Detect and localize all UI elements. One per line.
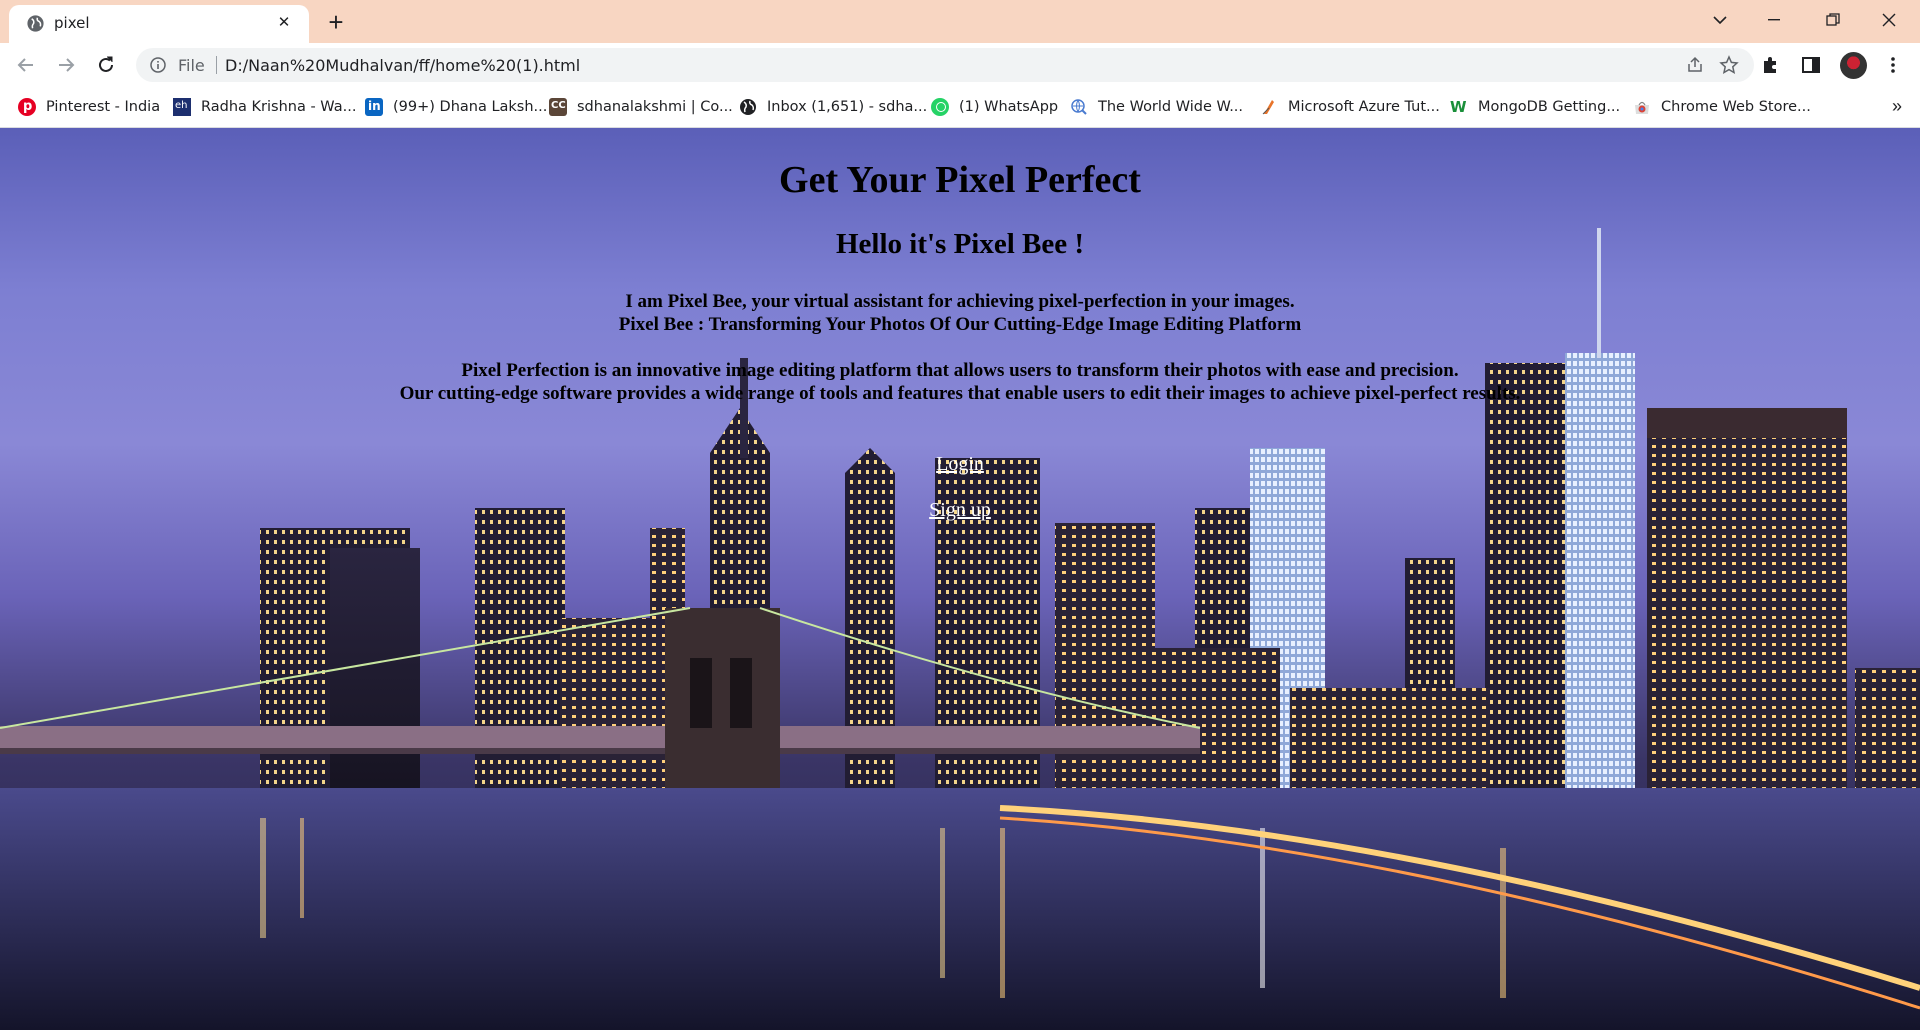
bookmarks-overflow-button[interactable]: » — [1892, 96, 1902, 117]
page-title: Get Your Pixel Perfect — [779, 159, 1141, 201]
browser-toolbar: File D:/Naan%20Mudhalvan/ff/home%20(1).h… — [0, 43, 1920, 87]
bookmark-label: (99+) Dhana Laksh... — [393, 99, 548, 115]
bookmark-star-icon[interactable] — [1719, 55, 1739, 75]
tab-title: pixel — [54, 14, 90, 32]
share-icon[interactable] — [1686, 56, 1704, 74]
bookmark-label: sdhanalakshmi | Co... — [577, 99, 733, 115]
bookmark-azure[interactable]: Microsoft Azure Tut... — [1260, 96, 1440, 118]
intro-paragraph: I am Pixel Bee, your virtual assistant f… — [0, 290, 1920, 336]
back-button[interactable] — [12, 51, 40, 79]
tab-close-icon[interactable]: ✕ — [273, 12, 295, 34]
reload-icon — [99, 56, 113, 72]
bookmark-label: Chrome Web Store... — [1661, 99, 1811, 115]
chevron-down-icon — [1713, 16, 1727, 25]
bookmark-label: Inbox (1,651) - sdha... — [767, 99, 928, 115]
arrow-left-icon — [17, 58, 33, 72]
arrow-right-icon — [59, 58, 75, 72]
description-line-1: Pixel Perfection is an innovative image … — [461, 360, 1459, 381]
bookmark-chrome-web-store[interactable]: Chrome Web Store... — [1633, 96, 1811, 118]
linkedin-icon: in — [365, 98, 383, 116]
url-scheme: File — [178, 56, 205, 75]
chrome-webstore-icon — [1635, 101, 1649, 114]
new-tab-button[interactable]: + — [322, 8, 350, 36]
signup-row: Sign up — [0, 499, 1920, 522]
restore-icon — [1826, 13, 1840, 26]
bookmark-label: MongoDB Getting... — [1478, 99, 1621, 115]
intro-line-2: Pixel Bee : Transforming Your Photos Of … — [618, 314, 1302, 335]
profile-avatar[interactable] — [1840, 52, 1867, 79]
url-text[interactable]: D:/Naan%20Mudhalvan/ff/home%20(1).html — [225, 56, 580, 75]
forward-button[interactable] — [52, 51, 80, 79]
pinterest-icon: p — [18, 98, 36, 116]
bookmark-label: (1) WhatsApp — [959, 99, 1059, 115]
side-panel-icon — [1802, 57, 1820, 73]
minimize-button[interactable] — [1751, 0, 1797, 40]
bookmark-whatsapp[interactable]: (1) WhatsApp — [931, 96, 1058, 118]
www-icon — [1071, 99, 1087, 115]
bookmark-world-wide-web[interactable]: The World Wide W... — [1070, 96, 1243, 118]
page-viewport: Get Your Pixel Perfect Hello it's Pixel … — [0, 128, 1920, 1030]
extensions-button[interactable] — [1758, 52, 1784, 78]
tab-search-button[interactable] — [1697, 0, 1743, 40]
bookmark-label: The World Wide W... — [1098, 99, 1244, 115]
bookmark-pinterest[interactable]: p Pinterest - India — [18, 96, 160, 118]
globe-icon — [740, 99, 756, 115]
close-icon — [1882, 13, 1896, 27]
bookmarks-bar: p Pinterest - India eh Radha Krishna - W… — [0, 87, 1920, 128]
description-paragraph: Pixel Perfection is an innovative image … — [0, 359, 1920, 405]
url-separator — [216, 56, 217, 74]
whatsapp-icon — [931, 98, 949, 116]
bookmark-mongodb[interactable]: W MongoDB Getting... — [1450, 96, 1620, 118]
azure-icon — [1262, 100, 1274, 115]
bookmark-label: Microsoft Azure Tut... — [1288, 99, 1440, 115]
bookmark-radha-krishna[interactable]: eh Radha Krishna - Wa... — [173, 96, 356, 118]
side-panel-button[interactable] — [1798, 52, 1824, 78]
bookmark-inbox[interactable]: Inbox (1,651) - sdha... — [739, 96, 927, 118]
page-subtitle: Hello it's Pixel Bee ! — [835, 228, 1085, 260]
restore-button[interactable] — [1810, 0, 1856, 40]
close-window-button[interactable] — [1866, 0, 1912, 40]
info-icon[interactable] — [150, 57, 166, 73]
bookmark-label: Pinterest - India — [46, 99, 161, 115]
bookmark-label: Radha Krishna - Wa... — [201, 99, 357, 115]
bookmark-codechef[interactable]: CC sdhanalakshmi | Co... — [549, 96, 733, 118]
browser-tab[interactable]: pixel ✕ — [9, 5, 309, 43]
more-vertical-icon — [1891, 57, 1895, 73]
chrome-menu-button[interactable] — [1880, 52, 1906, 78]
login-row: Login — [0, 453, 1920, 476]
reload-button[interactable] — [92, 51, 120, 79]
puzzle-icon — [1764, 57, 1776, 73]
tab-strip: pixel ✕ + — [0, 0, 1920, 43]
bookmark-linkedin[interactable]: in (99+) Dhana Laksh... — [365, 96, 547, 118]
codechef-icon: CC — [549, 98, 567, 116]
description-line-2: Our cutting-edge software provides a wid… — [399, 383, 1521, 404]
signup-link[interactable]: Sign up — [929, 499, 991, 521]
radha-krishna-icon: eh — [173, 98, 191, 116]
minimize-icon — [1768, 19, 1780, 21]
mongodb-icon: W — [1450, 98, 1467, 116]
intro-line-1: I am Pixel Bee, your virtual assistant f… — [625, 291, 1295, 312]
globe-icon — [27, 15, 44, 32]
city-skyline-background — [0, 228, 1920, 1030]
login-link[interactable]: Login — [936, 453, 984, 475]
address-bar[interactable]: File D:/Naan%20Mudhalvan/ff/home%20(1).h… — [136, 48, 1754, 82]
